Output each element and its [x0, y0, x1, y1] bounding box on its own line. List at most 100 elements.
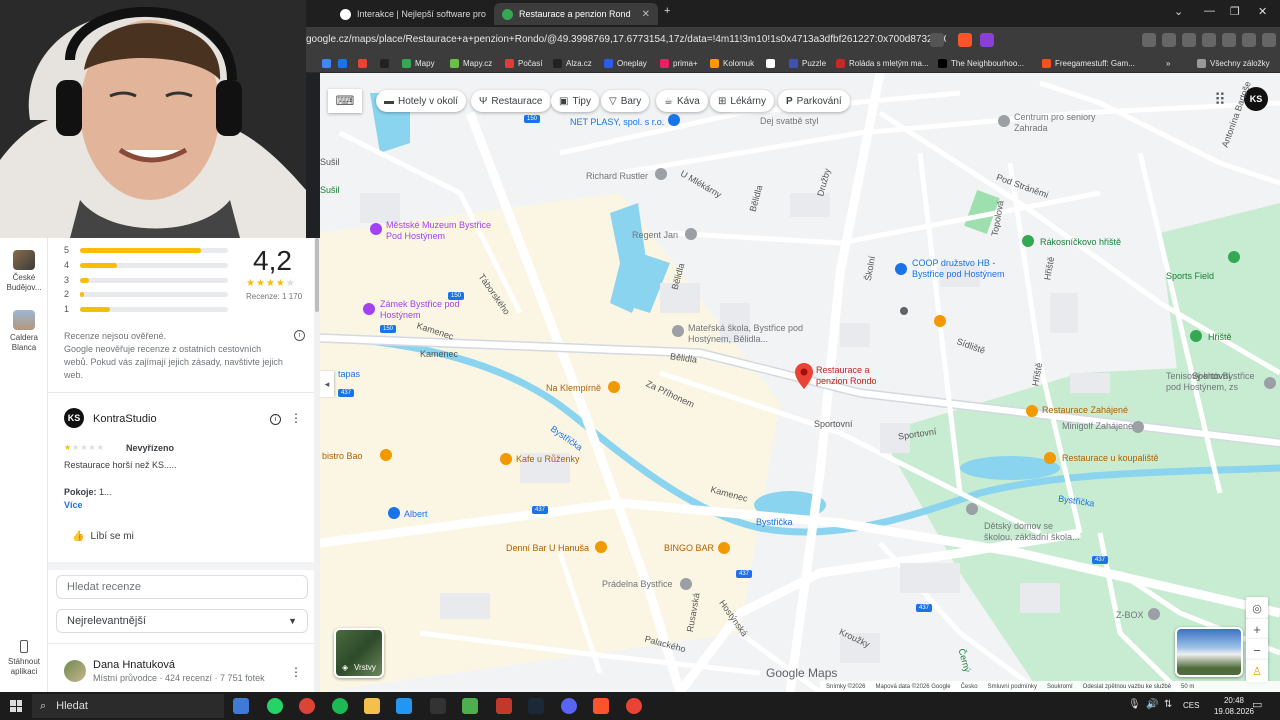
chip-coffee[interactable]: ☕ Káva	[656, 90, 708, 112]
shop-marker[interactable]	[388, 507, 400, 519]
museum-marker[interactable]	[370, 223, 382, 235]
chrome-icon[interactable]	[299, 698, 315, 714]
reviewer-avatar[interactable]	[64, 660, 86, 682]
place-marker[interactable]	[1132, 421, 1144, 433]
scrollbar-thumb[interactable]	[315, 238, 319, 312]
whatsapp-icon[interactable]	[267, 698, 283, 714]
brave-browser-icon[interactable]	[593, 698, 609, 714]
bar-marker[interactable]	[718, 542, 730, 554]
place-label[interactable]: tapas	[338, 369, 360, 380]
place-marker[interactable]	[1148, 608, 1160, 620]
bookmark-mapycz[interactable]: Mapy.cz	[450, 56, 492, 70]
chip-restaurants[interactable]: Ψ Restaurace	[471, 90, 551, 112]
chip-bars[interactable]: ▽ Bary	[601, 90, 650, 112]
place-label[interactable]: Denní Bar U Hanuša	[506, 543, 589, 554]
place-label[interactable]: Restaurace u koupaliště	[1062, 453, 1159, 464]
download-app-button[interactable]: Stáhnout aplikaci	[4, 640, 44, 677]
like-button[interactable]: 👍 Líbí se mi	[72, 531, 134, 542]
apps-grid-icon[interactable]: ⠿	[1214, 90, 1226, 110]
restaurant-marker[interactable]	[608, 381, 620, 393]
reviewer-name[interactable]: KontraStudio	[93, 413, 157, 425]
tab-list-chevron-icon[interactable]: ⌄	[1174, 5, 1183, 18]
layers-toggle-button[interactable]: ◈ Vrstvy	[334, 628, 384, 678]
place-label[interactable]: Minigolf Zahájené	[1062, 421, 1133, 432]
place-label[interactable]: Rákosníčkovo hřiště	[1040, 237, 1121, 248]
brave-shield-icon[interactable]	[958, 33, 972, 47]
close-window-button[interactable]: ✕	[1258, 5, 1267, 18]
street-view-thumbnail[interactable]	[1175, 627, 1243, 677]
restore-button[interactable]: ❐	[1230, 5, 1240, 18]
place-marker[interactable]	[672, 325, 684, 337]
taskbar-search-input[interactable]: ⌕ Hledat	[32, 694, 224, 718]
brave-rewards-icon[interactable]	[980, 33, 994, 47]
panel-scrollbar[interactable]	[314, 238, 320, 692]
steam-icon[interactable]	[528, 698, 544, 714]
taskbar-clock[interactable]: 20:48 19.08.2026	[1214, 695, 1254, 717]
place-label[interactable]: Centrum pro seniory Zahrada	[1014, 112, 1104, 134]
minimize-button[interactable]: —	[1204, 5, 1215, 17]
maps-taskbar-icon[interactable]	[626, 698, 642, 714]
zoom-in-button[interactable]: +	[1246, 619, 1268, 641]
app-icon[interactable]	[462, 698, 478, 714]
place-label[interactable]: NET PLASY, spol. s r.o.	[570, 117, 664, 128]
chip-pharmacy[interactable]: ⊞ Lékárny	[710, 90, 774, 112]
url-field[interactable]: google.cz/maps/place/Restaurace+a+penzio…	[306, 31, 946, 49]
place-label[interactable]: Tenisový klub Bystřice pod Hostýnem, zs	[1166, 371, 1272, 393]
search-reviews-input[interactable]: Hledat recenze	[56, 575, 308, 599]
zoom-out-button[interactable]: −	[1246, 639, 1268, 661]
collapse-panel-button[interactable]: ◂	[320, 371, 334, 397]
selected-place-pin-icon[interactable]	[795, 363, 813, 389]
app-icon[interactable]	[496, 698, 512, 714]
cast-icon[interactable]	[930, 33, 944, 47]
place-label[interactable]: Restaurace Zahájené	[1042, 405, 1128, 416]
windows-start-icon[interactable]	[10, 700, 22, 712]
tab-interakce[interactable]: Interakce | Nejlepší software pro	[332, 3, 492, 25]
report-info-icon[interactable]: i	[270, 414, 281, 425]
place-label[interactable]: bistro Bao	[322, 451, 363, 462]
park-marker[interactable]	[1228, 251, 1240, 263]
place-label[interactable]: BINGO BAR	[664, 543, 714, 554]
app-icon[interactable]	[396, 698, 412, 714]
restaurant-marker[interactable]	[934, 315, 946, 327]
notifications-icon[interactable]: ▭	[1252, 698, 1262, 711]
bookmark-item[interactable]	[766, 56, 779, 70]
network-icon[interactable]: ⇅	[1164, 699, 1172, 710]
selected-place-label[interactable]: Restaurace a penzion Rondo	[816, 365, 896, 387]
bookmark-oneplay[interactable]: Oneplay	[604, 56, 647, 70]
bookmark-item[interactable]	[322, 56, 335, 70]
place-label[interactable]: Na Klempírně	[546, 383, 601, 394]
keyboard-shortcuts-icon[interactable]: ⌨	[328, 89, 362, 113]
speaker-icon[interactable]: 🔊	[1146, 699, 1158, 710]
bookmark-rolada[interactable]: Roláda s mletým ma...	[836, 56, 929, 70]
chip-tips[interactable]: ▣ Tipy	[551, 90, 599, 112]
footer-terms[interactable]: Smluvní podmínky	[988, 684, 1037, 690]
footer-privacy[interactable]: Soukromí	[1047, 684, 1073, 690]
wallet-icon[interactable]	[1202, 33, 1216, 47]
review-count[interactable]: Recenze: 1 170	[246, 292, 302, 301]
extensions-icon[interactable]	[1142, 33, 1156, 47]
task-view-icon[interactable]	[233, 698, 249, 714]
input-language[interactable]: CES	[1183, 701, 1199, 710]
place-label[interactable]: Hřiště	[1208, 332, 1232, 343]
file-explorer-icon[interactable]	[364, 698, 380, 714]
restaurant-marker[interactable]	[1044, 452, 1056, 464]
place-label[interactable]: Sports Field	[1166, 271, 1214, 282]
chip-hotels[interactable]: ▬ Hotely v okolí	[376, 90, 467, 112]
place-marker[interactable]	[998, 115, 1010, 127]
info-icon[interactable]: i	[294, 330, 305, 341]
bookmark-prima[interactable]: prima+	[660, 56, 698, 70]
place-label[interactable]: Dej svatbě styl	[760, 116, 819, 127]
discord-icon[interactable]	[561, 698, 577, 714]
reviewer-avatar[interactable]: KS	[64, 408, 84, 428]
bookmark-mapy[interactable]: Mapy	[402, 56, 435, 70]
place-label[interactable]: Dětský domov se školou, základní škola..…	[984, 521, 1084, 543]
place-label[interactable]: Zámek Bystřice pod Hostýnem	[380, 299, 460, 321]
place-label[interactable]: Prádelna Bystřice	[602, 579, 673, 590]
close-tab-icon[interactable]: ✕	[636, 9, 650, 20]
bookmark-puzzle[interactable]: Puzzle	[789, 56, 826, 70]
review-more-options-icon[interactable]: ⋮	[290, 665, 302, 679]
bookmark-kolomuk[interactable]: Kolomuk	[710, 56, 754, 70]
review-more-options-icon[interactable]: ⋮	[290, 411, 302, 425]
bookmark-item[interactable]	[338, 56, 351, 70]
place-label[interactable]: Regent Jan	[632, 230, 678, 241]
